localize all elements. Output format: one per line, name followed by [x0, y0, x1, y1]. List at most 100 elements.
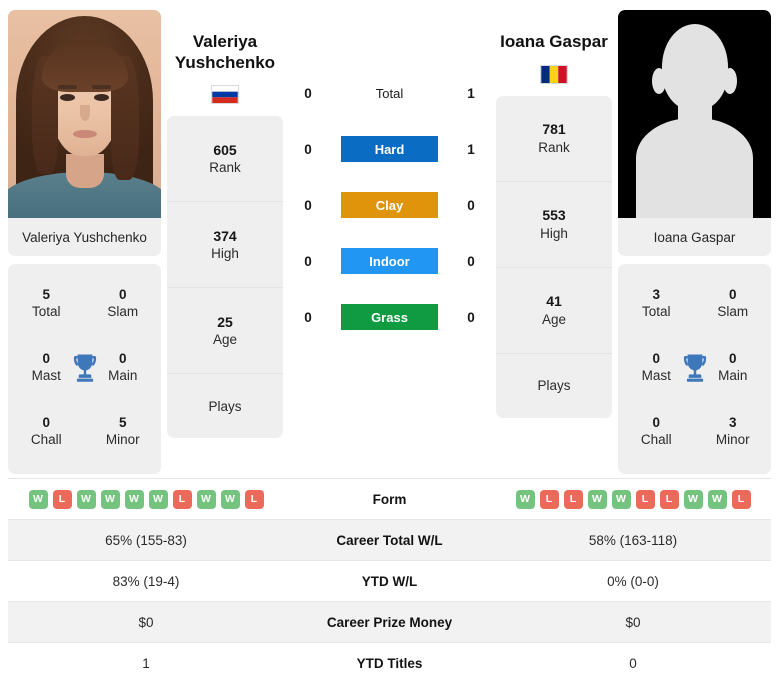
h2h-grass-right-score: 0: [467, 309, 475, 325]
trophy-icon: [680, 352, 710, 384]
stat-chall-label: Chall: [640, 432, 672, 447]
stat-minor-label: Minor: [715, 432, 750, 447]
right-player-name: Ioana Gaspar: [500, 32, 608, 51]
right-player-photo-column: Ioana Gaspar 3 Total 0 Slam 0 Mast 0 Mai…: [618, 10, 771, 474]
attribute-plays-label: Plays: [208, 398, 242, 414]
form-badge-win[interactable]: W: [148, 489, 168, 509]
portrait-eye-right: [94, 94, 109, 101]
attribute-age-label: Age: [212, 332, 238, 348]
stat-chall-label: Chall: [30, 432, 62, 447]
ytd-wl-right: 0% (0-0): [495, 560, 771, 602]
career-total-wl-left: 65% (155-83): [8, 519, 284, 561]
form-badge-loss[interactable]: L: [52, 489, 72, 509]
h2h-hard-left-score: 0: [304, 141, 312, 157]
attribute-rank-value: 781: [542, 121, 566, 138]
stat-total: 3 Total: [618, 287, 695, 321]
h2h-indoor-left-score: 0: [304, 253, 312, 269]
player-comparison-page: Valeriya Yushchenko 5 Total 0 Slam 0 Mas…: [0, 0, 779, 699]
form-badge-win[interactable]: W: [100, 489, 120, 509]
form-badge-win[interactable]: W: [611, 489, 631, 509]
ytd-titles-label: YTD Titles: [284, 642, 495, 684]
left-player-photo-card[interactable]: Valeriya Yushchenko: [8, 10, 161, 256]
left-player-photo-column: Valeriya Yushchenko 5 Total 0 Slam 0 Mas…: [8, 10, 161, 474]
left-player-photo: [8, 10, 161, 218]
portrait-mouth: [73, 130, 97, 138]
titles-row-mast-main: 0 Mast 0 Main: [618, 336, 771, 400]
ytd-wl-label: YTD W/L: [284, 560, 495, 602]
attribute-age: 25 Age: [167, 288, 283, 375]
trophy-icon: [70, 352, 100, 384]
form-left-cell: WLWWWWLWWL: [8, 478, 284, 520]
form-badge-win[interactable]: W: [220, 489, 240, 509]
form-badge-loss[interactable]: L: [635, 489, 655, 509]
form-badge-win[interactable]: W: [587, 489, 607, 509]
left-player-name-line2: Yushchenko: [174, 52, 276, 72]
form-badge-win[interactable]: W: [28, 489, 48, 509]
h2h-clay-bar[interactable]: Clay: [341, 192, 438, 218]
form-badge-win[interactable]: W: [707, 489, 727, 509]
stat-slam: 0 Slam: [695, 287, 772, 321]
right-player-photo-card[interactable]: Ioana Gaspar: [618, 10, 771, 256]
h2h-hard-bar[interactable]: Hard: [341, 136, 438, 162]
attribute-plays: Plays: [496, 354, 612, 418]
form-badge-win[interactable]: W: [76, 489, 96, 509]
h2h-row-clay: 0 Clay 0: [289, 177, 490, 233]
attribute-plays-label: Plays: [537, 377, 571, 393]
form-badge-win[interactable]: W: [124, 489, 144, 509]
form-badge-loss[interactable]: L: [563, 489, 583, 509]
form-badge-win[interactable]: W: [196, 489, 216, 509]
attribute-high-label: High: [211, 246, 239, 262]
attribute-rank: 781 Rank: [496, 96, 612, 182]
right-player-info-column: Ioana Gaspar 781 Rank 553 High 41 Age Pl…: [496, 10, 612, 418]
ytd-wl-left: 83% (19-4): [8, 560, 284, 602]
form-badge-loss[interactable]: L: [659, 489, 679, 509]
ytd-titles-right: 0: [495, 642, 771, 684]
left-player-info-column: Valeriya Yushchenko 605 Rank 374 High 25: [167, 10, 283, 439]
career-prize-money-left: $0: [8, 601, 284, 643]
left-player-titles-card: 5 Total 0 Slam 0 Mast 0 Main 0 Chall 5 M…: [8, 264, 161, 474]
form-badge-loss[interactable]: L: [731, 489, 751, 509]
form-badge-win[interactable]: W: [515, 489, 535, 509]
h2h-indoor-bar[interactable]: Indoor: [341, 248, 438, 274]
stat-chall-value: 0: [652, 415, 660, 431]
right-player-photo-caption: Ioana Gaspar: [618, 218, 771, 256]
career-prize-money-right: $0: [495, 601, 771, 643]
stat-slam-label: Slam: [107, 304, 139, 319]
titles-row-total-slam: 5 Total 0 Slam: [8, 272, 161, 336]
table-row: 1 YTD Titles 0: [8, 642, 771, 684]
attribute-high-value: 374: [213, 228, 237, 245]
table-row: $0 Career Prize Money $0: [8, 601, 771, 643]
stat-slam-label: Slam: [717, 304, 749, 319]
h2h-grass-left-score: 0: [304, 309, 312, 325]
right-player-attributes-card: 781 Rank 553 High 41 Age Plays: [496, 95, 612, 418]
h2h-row-grass: 0 Grass 0: [289, 289, 490, 345]
right-form-badges: WLLWWLLWWL: [495, 489, 771, 509]
form-badge-loss[interactable]: L: [539, 489, 559, 509]
left-player-photo-caption: Valeriya Yushchenko: [8, 218, 161, 256]
comparison-table: WLWWWWLWWL Form WLLWWLLWWL 65% (155-83) …: [8, 478, 771, 684]
flag-romania-icon: [540, 64, 568, 84]
form-badge-loss[interactable]: L: [244, 489, 264, 509]
form-badge-loss[interactable]: L: [172, 489, 192, 509]
attribute-high: 374 High: [167, 202, 283, 289]
stat-minor: 3 Minor: [695, 415, 772, 449]
stat-minor-value: 5: [118, 415, 127, 431]
h2h-grass-bar[interactable]: Grass: [341, 304, 438, 330]
h2h-hard-right-score: 1: [467, 141, 475, 157]
form-badge-win[interactable]: W: [683, 489, 703, 509]
silhouette-ear-right: [723, 68, 737, 94]
h2h-clay-right-score: 0: [467, 197, 475, 213]
head-to-head-column: 0 Total 1 0 Hard 1 0 Clay 0 0 Indoor 0 0: [289, 10, 490, 345]
silhouette-body: [636, 118, 753, 218]
h2h-row-hard: 0 Hard 1: [289, 121, 490, 177]
stat-total-label: Total: [641, 304, 671, 319]
attribute-plays: Plays: [167, 374, 283, 438]
stat-minor-label: Minor: [105, 432, 140, 447]
portrait-neck: [66, 154, 104, 188]
right-player-titles-card: 3 Total 0 Slam 0 Mast 0 Main 0 Chall 3 M…: [618, 264, 771, 474]
stat-chall-value: 0: [42, 415, 50, 431]
attribute-age-value: 25: [217, 314, 233, 331]
career-total-wl-right: 58% (163-118): [495, 519, 771, 561]
h2h-clay-left-score: 0: [304, 197, 312, 213]
right-player-photo: [618, 10, 771, 218]
